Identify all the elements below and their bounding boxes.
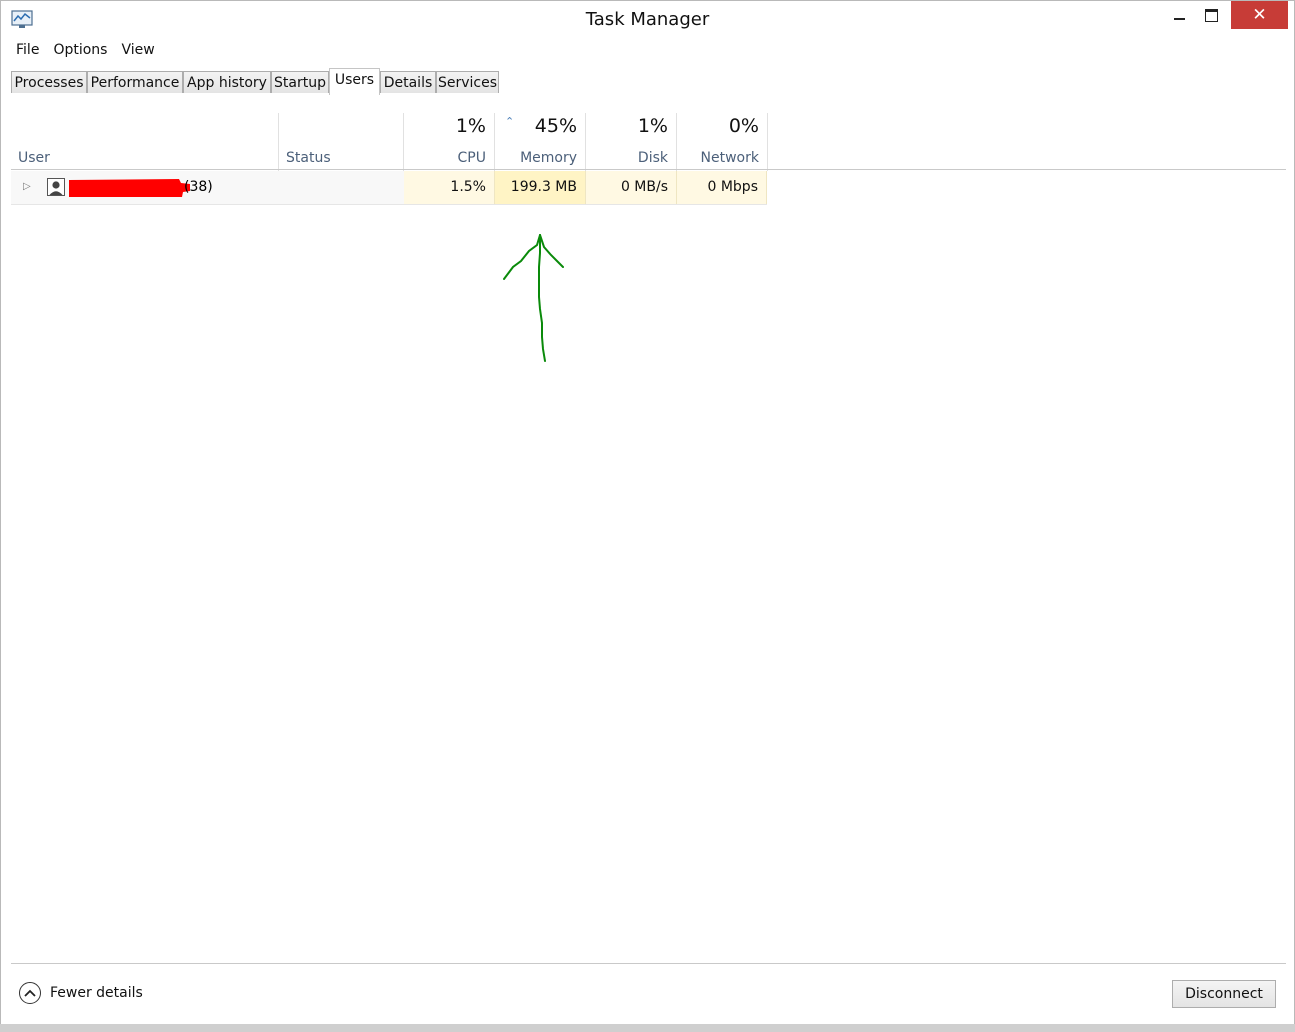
- menu-bar: File Options View: [9, 39, 162, 63]
- user-icon: [47, 178, 65, 196]
- memory-cell: 199.3 MB: [495, 171, 586, 204]
- users-panel: User Status 1% CPU ⌃ 45% Memory 1% Disk …: [11, 95, 1286, 963]
- window-title: Task Manager: [585, 9, 710, 30]
- menu-file[interactable]: File: [9, 39, 46, 63]
- column-label-network: Network: [700, 150, 759, 166]
- column-label-user: User: [18, 150, 50, 166]
- footer-bar: Fewer details Disconnect: [11, 963, 1286, 1026]
- tab-performance[interactable]: Performance: [87, 71, 183, 93]
- menu-options[interactable]: Options: [46, 39, 114, 63]
- column-header-network[interactable]: 0% Network: [677, 113, 768, 171]
- column-label-status: Status: [286, 150, 331, 166]
- column-header-status[interactable]: Status: [279, 113, 404, 171]
- network-cell: 0 Mbps: [677, 171, 767, 204]
- tab-processes[interactable]: Processes: [11, 71, 87, 93]
- column-header-disk[interactable]: 1% Disk: [586, 113, 677, 171]
- fewer-details-button[interactable]: Fewer details: [19, 982, 143, 1004]
- tab-services[interactable]: Services: [436, 71, 499, 93]
- user-process-count: (38): [184, 179, 213, 195]
- minimize-button[interactable]: [1163, 1, 1196, 29]
- maximize-icon: [1205, 8, 1218, 22]
- title-bar[interactable]: Task Manager ✕: [1, 1, 1294, 39]
- expand-arrow-icon[interactable]: ▷: [23, 181, 31, 192]
- column-label-disk: Disk: [637, 150, 668, 166]
- tab-users[interactable]: Users: [329, 68, 380, 95]
- cpu-cell: 1.5%: [404, 171, 495, 204]
- network-total: 0%: [728, 115, 759, 137]
- tab-details[interactable]: Details: [380, 71, 436, 93]
- table-row[interactable]: ▷ (38) 1.5% 199.3 MB 0 MB/s 0 Mbps: [11, 171, 767, 205]
- chevron-up-icon: [19, 982, 41, 1004]
- column-label-memory: Memory: [520, 150, 577, 166]
- header-divider: [11, 169, 1286, 170]
- close-button[interactable]: ✕: [1231, 1, 1288, 29]
- task-manager-window: Task Manager ✕ File Options View Process…: [0, 0, 1295, 1032]
- menu-view[interactable]: View: [114, 39, 161, 63]
- minimize-icon: [1174, 18, 1185, 20]
- redacted-username: [69, 179, 190, 197]
- tab-startup[interactable]: Startup: [271, 71, 329, 93]
- tab-app-history[interactable]: App history: [183, 71, 271, 93]
- close-icon: ✕: [1252, 5, 1267, 25]
- maximize-button[interactable]: [1195, 1, 1228, 29]
- disconnect-button[interactable]: Disconnect: [1172, 980, 1276, 1008]
- status-cell: [279, 171, 404, 204]
- annotation-arrow: [503, 234, 564, 362]
- fewer-details-label: Fewer details: [50, 985, 143, 1001]
- column-header-cpu[interactable]: 1% CPU: [404, 113, 495, 171]
- tab-strip: Processes Performance App history Startu…: [11, 68, 1286, 96]
- column-header-memory[interactable]: ⌃ 45% Memory: [495, 113, 586, 171]
- column-label-cpu: CPU: [457, 150, 486, 166]
- cpu-total: 1%: [455, 115, 486, 137]
- column-header-user[interactable]: User: [11, 113, 279, 171]
- disk-cell: 0 MB/s: [586, 171, 677, 204]
- sort-ascending-icon: ⌃: [505, 115, 515, 128]
- memory-total: 45%: [534, 115, 577, 137]
- disk-total: 1%: [637, 115, 668, 137]
- bottom-edge: [0, 1024, 1295, 1032]
